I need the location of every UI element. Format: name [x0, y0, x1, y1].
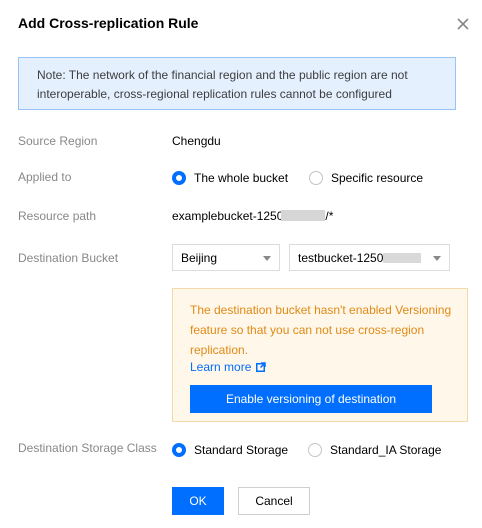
redacted-mask [383, 253, 422, 263]
resource-path-value: examplebucket-1250 /* [172, 209, 333, 223]
chevron-down-icon [433, 256, 441, 261]
radio-standard-storage-label: Standard Storage [194, 443, 289, 457]
external-link-icon [256, 362, 267, 372]
versioning-warning: The destination bucket hasn't enabled Ve… [172, 288, 468, 422]
region-select-value: Beijing [181, 251, 218, 265]
radio-standard-ia-storage[interactable]: Standard_IA Storage [308, 443, 441, 457]
enable-versioning-button[interactable]: Enable versioning of destination [190, 385, 432, 413]
radio-selected-icon [172, 443, 186, 457]
dialog-title: Add Cross-replication Rule [18, 15, 199, 31]
destination-bucket-label: Destination Bucket [18, 251, 119, 265]
radio-standard-ia-storage-label: Standard_IA Storage [330, 443, 442, 457]
ok-button[interactable]: OK [172, 487, 224, 515]
radio-unselected-icon [309, 171, 323, 185]
warning-text: The destination bucket hasn't enabled Ve… [190, 303, 452, 357]
note-banner: Note: The network of the financial regio… [18, 57, 456, 110]
note-text: Note: The network of the financial regio… [37, 68, 408, 101]
bucket-select-value: testbucket-1250 [298, 251, 384, 265]
source-region-value: Chengdu [172, 134, 221, 148]
radio-whole-bucket-label: The whole bucket [194, 171, 289, 185]
resource-path-label: Resource path [18, 209, 97, 223]
radio-specific-resource[interactable]: Specific resource [309, 171, 423, 185]
source-region-label: Source Region [18, 134, 98, 148]
cross-replication-dialog: Add Cross-replication Rule Note: The net… [0, 0, 482, 528]
storage-class-label: Destination Storage Class [18, 441, 157, 455]
learn-more-label: Learn more [190, 360, 252, 374]
radio-standard-storage[interactable]: Standard Storage [172, 443, 288, 457]
radio-selected-icon [172, 171, 186, 185]
radio-specific-resource-label: Specific resource [331, 171, 424, 185]
learn-more-link[interactable]: Learn more [190, 360, 267, 374]
close-icon[interactable] [453, 14, 473, 34]
applied-to-label: Applied to [18, 170, 72, 184]
redacted-mask [281, 210, 326, 221]
resource-path-suffix: /* [325, 209, 334, 223]
resource-path-prefix: examplebucket-1250 [172, 209, 284, 223]
radio-whole-bucket[interactable]: The whole bucket [172, 171, 288, 185]
cancel-button[interactable]: Cancel [238, 487, 310, 515]
region-select[interactable]: Beijing [172, 244, 280, 271]
radio-unselected-icon [308, 443, 322, 457]
chevron-down-icon [263, 256, 271, 261]
bucket-select[interactable]: testbucket-1250 [289, 244, 450, 271]
